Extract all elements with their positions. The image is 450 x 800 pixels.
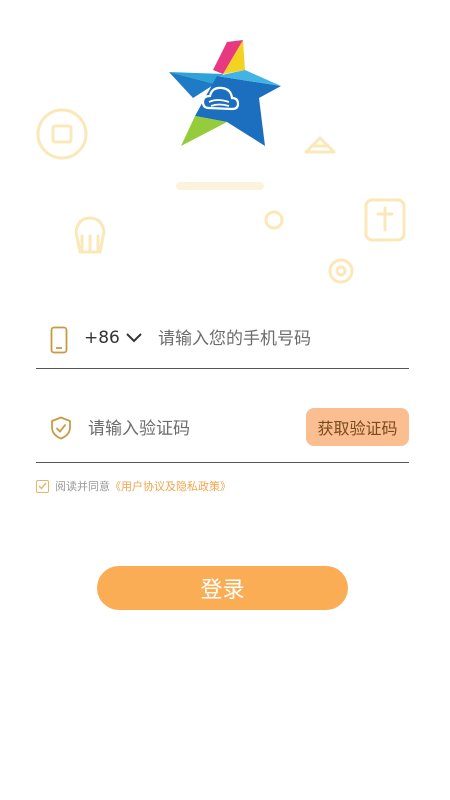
agreement-row: 阅读并同意 《用户协议及隐私政策》 [36, 478, 231, 494]
phone-input[interactable] [158, 322, 398, 356]
shield-check-icon [51, 416, 71, 440]
verification-code-input[interactable] [88, 412, 288, 446]
checkmark-icon [38, 482, 47, 490]
agreement-text: 阅读并同意 [55, 480, 110, 493]
agreement-link[interactable]: 《用户协议及隐私政策》 [110, 478, 231, 494]
get-code-button[interactable]: 获取验证码 [306, 408, 409, 446]
country-code[interactable]: +86 [84, 328, 120, 348]
agreement-checkbox[interactable] [36, 479, 49, 493]
phone-number-field[interactable]: +86 [36, 318, 409, 369]
app-logo-icon [169, 40, 281, 146]
chevron-down-icon[interactable] [125, 331, 143, 345]
phone-icon [50, 326, 68, 354]
login-button[interactable]: 登录 [97, 566, 348, 610]
verification-code-field[interactable]: 获取验证码 [36, 398, 409, 463]
